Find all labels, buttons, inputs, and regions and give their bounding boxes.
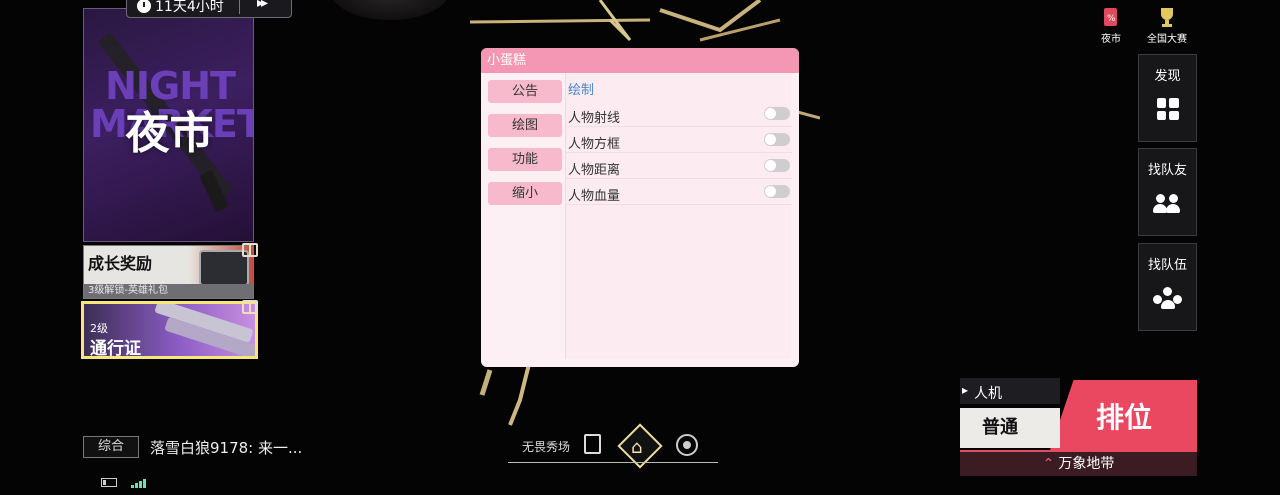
- tab-minimize[interactable]: 缩小: [488, 182, 562, 205]
- battery-icon: [101, 478, 117, 487]
- people-icon: [1152, 192, 1183, 216]
- map-name: 万象地带: [1058, 456, 1115, 472]
- tab-announcement[interactable]: 公告: [488, 80, 562, 103]
- option-row: 人物方框: [566, 127, 792, 153]
- option-label: 人物距离: [568, 163, 621, 178]
- tab-drawing[interactable]: 绘图: [488, 114, 562, 137]
- bottom-nav: 无畏秀场 ⌂: [508, 423, 718, 469]
- normal-mode-button[interactable]: 普通: [960, 408, 1060, 448]
- mode-selector: 排位 ▸ 人机 普通 ⌃ 万象地带: [960, 378, 1197, 478]
- tab-functions[interactable]: 功能: [488, 148, 562, 171]
- night-market-title: 夜市: [125, 108, 214, 159]
- pass-name: 通行证: [90, 339, 141, 359]
- battle-pass-card[interactable]: 2级 通行证: [81, 301, 258, 359]
- national-tournament-label: 全国大赛: [1147, 34, 1187, 45]
- find-teammates-label: 找队友: [1147, 163, 1187, 178]
- map-selector[interactable]: ⌃ 万象地带: [960, 450, 1197, 476]
- ranked-button[interactable]: 排位: [1050, 380, 1197, 450]
- find-team-label: 找队伍: [1147, 258, 1187, 273]
- signal-icon: [131, 478, 146, 488]
- clock-icon: [137, 0, 151, 13]
- growth-reward-subtitle: 3级解锁-英雄礼包: [84, 284, 253, 298]
- option-label: 人物血量: [568, 189, 621, 204]
- option-row: 人物距离: [566, 153, 792, 179]
- divider: [239, 0, 240, 14]
- card-icon: %: [1104, 8, 1117, 26]
- svg-text:%: %: [1107, 14, 1116, 24]
- chat-message[interactable]: 落雪白狼9178: 来一...: [150, 437, 302, 458]
- option-label: 人物方框: [568, 137, 621, 152]
- toggle-switch[interactable]: [764, 133, 790, 146]
- national-tournament-shortcut[interactable]: 全国大赛: [1145, 6, 1189, 45]
- night-market-shortcut[interactable]: % 夜市: [1097, 6, 1125, 45]
- growth-reward-card[interactable]: 成长奖励 3级解锁-英雄礼包: [83, 245, 254, 299]
- night-market-banner[interactable]: NIGHT MARKET 夜市: [83, 8, 254, 242]
- chevron-right-icon: ▸: [962, 383, 969, 397]
- bot-mode-label: 人机: [974, 386, 1002, 402]
- home-icon[interactable]: ⌂: [631, 437, 642, 458]
- broadcast-icon[interactable]: [676, 434, 698, 456]
- grid-icon: [1156, 98, 1179, 120]
- menu-title[interactable]: 小蛋糕: [481, 48, 799, 73]
- nav-underline: [508, 462, 718, 463]
- bookmark-icon[interactable]: [584, 434, 601, 454]
- toggle-switch[interactable]: [764, 107, 790, 120]
- discover-button[interactable]: 发现: [1138, 54, 1197, 142]
- background-glow: [330, 0, 450, 20]
- toggle-switch[interactable]: [764, 185, 790, 198]
- chat-channel-tab[interactable]: 综合: [83, 436, 139, 458]
- showcase-label[interactable]: 无畏秀场: [522, 438, 570, 455]
- find-teammates-button[interactable]: 找队友: [1138, 148, 1197, 236]
- option-label: 人物射线: [568, 111, 621, 126]
- find-team-button[interactable]: 找队伍: [1138, 243, 1197, 331]
- bot-mode-tab[interactable]: ▸ 人机: [960, 378, 1060, 404]
- night-market-label: 夜市: [1101, 34, 1121, 45]
- ranked-label: 排位: [1096, 401, 1153, 434]
- event-timer[interactable]: 11天4小时 ▸▸: [126, 0, 292, 18]
- mod-menu-panel: 小蛋糕 公告 绘图 功能 缩小 绘制 人物射线 人物方框 人物距离 人物血量: [481, 48, 799, 367]
- timer-text: 11天4小时: [155, 0, 224, 15]
- toggle-switch[interactable]: [764, 159, 790, 172]
- gift-icon: [242, 243, 258, 257]
- option-row: 人物射线: [566, 101, 792, 127]
- growth-reward-title: 成长奖励: [88, 254, 153, 273]
- menu-content: 绘制 人物射线 人物方框 人物距离 人物血量: [565, 73, 792, 359]
- option-row: 人物血量: [566, 179, 792, 205]
- chevron-up-icon: ⌃: [1042, 456, 1055, 472]
- trophy-icon: [1161, 8, 1173, 27]
- team-search-icon: [1152, 287, 1183, 311]
- discover-label: 发现: [1154, 69, 1181, 84]
- fast-forward-icon[interactable]: ▸▸: [257, 0, 268, 11]
- section-title: 绘制: [568, 83, 595, 98]
- gift-icon: [242, 300, 258, 314]
